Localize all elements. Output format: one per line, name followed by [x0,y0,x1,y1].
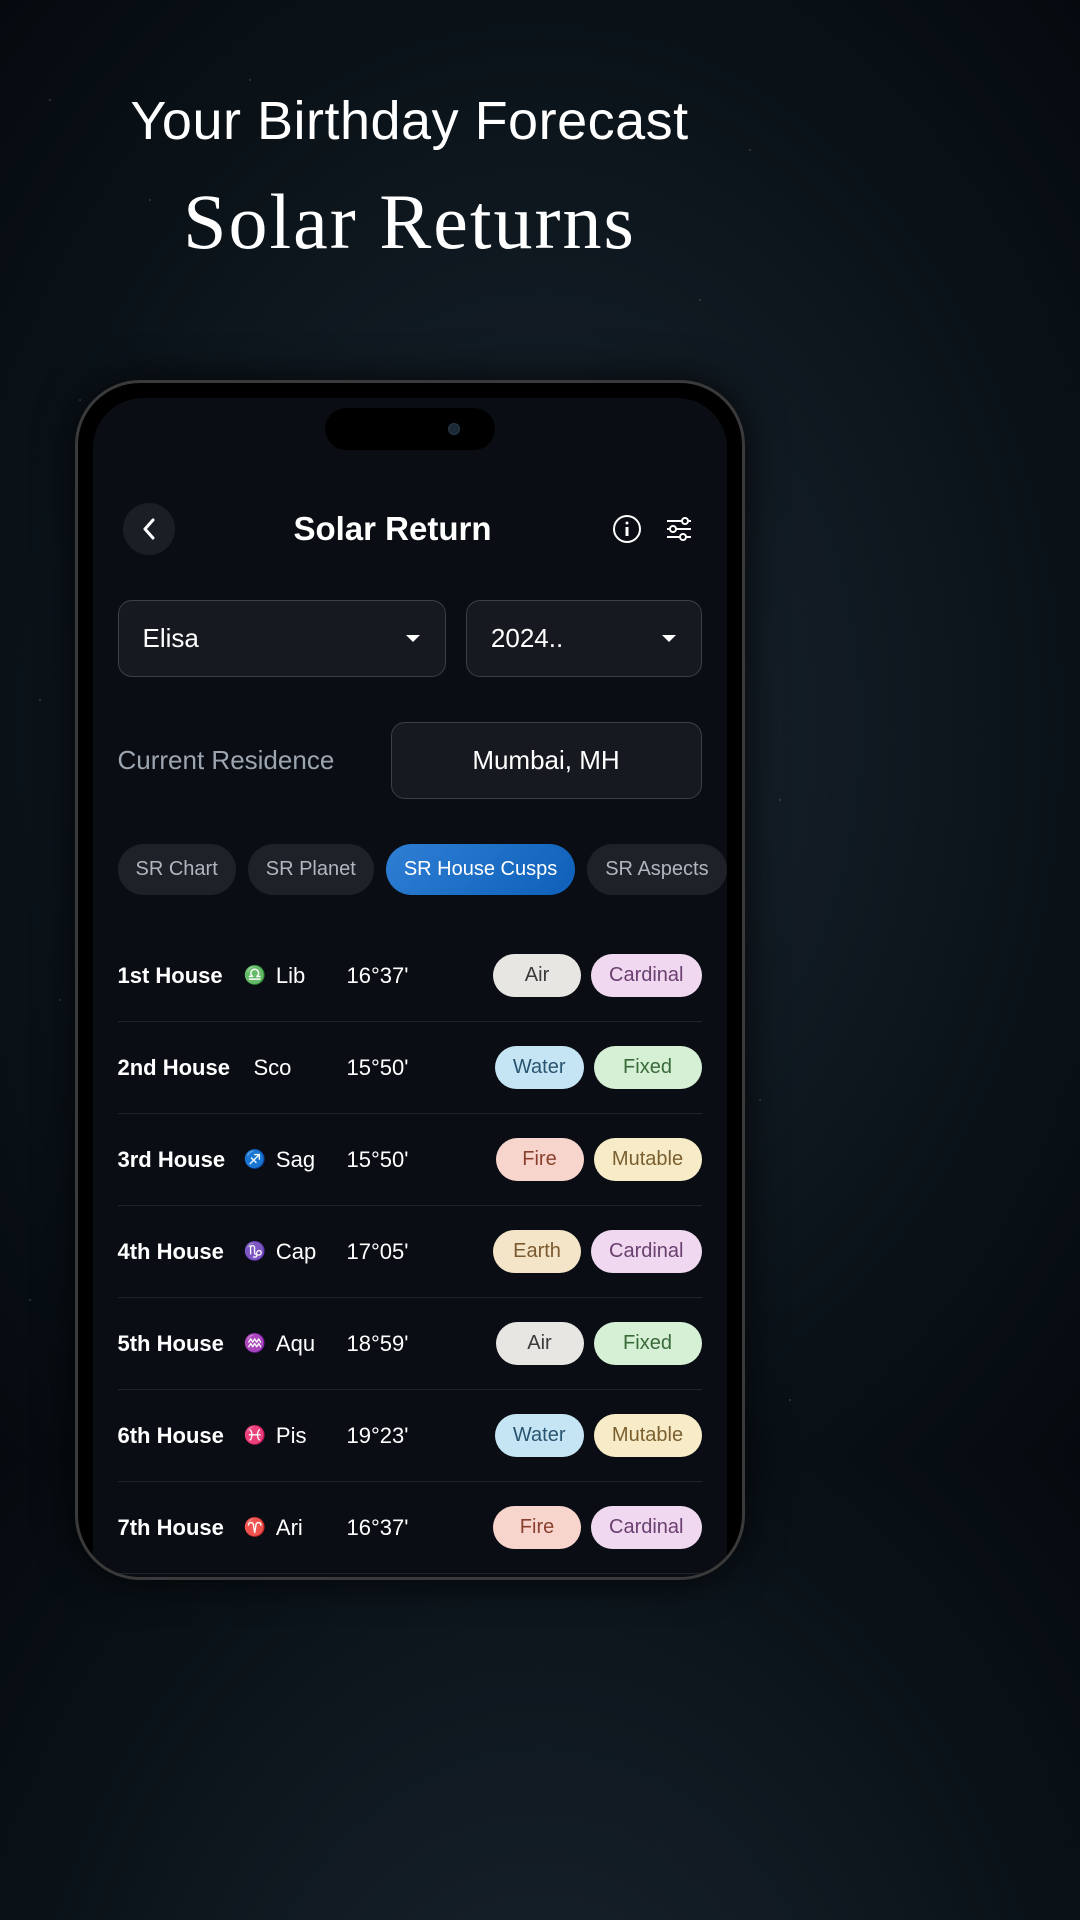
hero-subtitle: Solar Returns [0,177,819,267]
house-row[interactable]: 2nd House Sco 15°50' WaterFixed [118,1022,702,1114]
zodiac-icon: ♒ [244,1333,266,1354]
modality-badge: Cardinal [591,954,701,997]
app-header: Solar Return [118,503,702,555]
zodiac-icon: ♈ [244,1517,266,1538]
badges: FireCardinal [493,1506,701,1549]
house-row[interactable]: 1st House ♎ Lib 16°37' AirCardinal [118,930,702,1022]
sign-label: Ari [276,1515,303,1541]
badges: AirCardinal [493,954,701,997]
element-badge: Water [495,1414,584,1457]
sign-cell: ♓ Pis [244,1423,339,1449]
info-icon [612,514,642,544]
badges: WaterMutable [495,1414,702,1457]
sign-label: Lib [276,963,305,989]
degree-value: 18°59' [347,1331,427,1357]
sign-label: Cap [276,1239,316,1265]
year-selector[interactable]: 2024.. [466,600,702,677]
info-button[interactable] [610,512,644,546]
tabs-row: SR ChartSR PlanetSR House CuspsSR Aspect… [118,844,702,895]
phone-screen: Solar Return [93,398,727,1577]
element-badge: Fire [493,1506,581,1549]
sign-label: Sco [254,1055,292,1081]
house-name: 3rd House [118,1147,236,1173]
house-name: 1st House [118,963,236,989]
chevron-down-icon [405,634,421,644]
year-selector-value: 2024.. [491,623,563,654]
badges: WaterFixed [495,1046,702,1089]
modality-badge: Cardinal [591,1506,701,1549]
house-row[interactable]: 5th House ♒ Aqu 18°59' AirFixed [118,1298,702,1390]
badges: AirFixed [496,1322,702,1365]
tab-sr-chart[interactable]: SR Chart [118,844,236,895]
zodiac-icon: ♎ [244,965,266,986]
modality-badge: Mutable [594,1414,702,1457]
settings-button[interactable] [662,512,696,546]
degree-value: 16°37' [347,963,427,989]
house-name: 6th House [118,1423,236,1449]
residence-selector[interactable]: Mumbai, MH [391,722,702,799]
hero-title: Your Birthday Forecast [0,0,819,152]
degree-value: 19°23' [347,1423,427,1449]
element-badge: Air [493,954,581,997]
sign-cell: ♑ Cap [244,1239,339,1265]
sign-label: Aqu [276,1331,315,1357]
sign-cell: ♎ Lib [244,963,339,989]
house-list: 1st House♎Lib16°37'AirCardinal2nd HouseS… [118,930,702,1574]
name-selector-value: Elisa [143,623,199,654]
house-name: 7th House [118,1515,236,1541]
badges: EarthCardinal [493,1230,701,1273]
phone-notch [325,408,495,450]
name-selector[interactable]: Elisa [118,600,446,677]
back-button[interactable] [123,503,175,555]
house-row[interactable]: 3rd House ♐ Sag 15°50' FireMutable [118,1114,702,1206]
tab-sr-house-cusps[interactable]: SR House Cusps [386,844,575,895]
sign-label: Pis [276,1423,307,1449]
badges: FireMutable [496,1138,702,1181]
chevron-down-icon [661,634,677,644]
selectors-row: Elisa 2024.. [118,600,702,677]
residence-row: Current Residence Mumbai, MH [118,722,702,799]
zodiac-icon: ♓ [244,1425,266,1446]
sign-cell: ♒ Aqu [244,1331,339,1357]
phone-camera [448,423,460,435]
degree-value: 15°50' [347,1055,427,1081]
modality-badge: Fixed [594,1322,702,1365]
tab-sr-planet[interactable]: SR Planet [248,844,374,895]
phone-frame: Solar Return [75,380,745,1580]
degree-value: 17°05' [347,1239,427,1265]
element-badge: Water [495,1046,584,1089]
element-badge: Air [496,1322,584,1365]
house-row[interactable]: 4th House ♑ Cap 17°05' EarthCardinal [118,1206,702,1298]
page-title: Solar Return [293,510,491,548]
element-badge: Earth [493,1230,581,1273]
modality-badge: Cardinal [591,1230,701,1273]
house-name: 5th House [118,1331,236,1357]
sign-cell: ♈ Ari [244,1515,339,1541]
sign-cell: ♐ Sag [244,1147,339,1173]
house-row[interactable]: 6th House ♓ Pis 19°23' WaterMutable [118,1390,702,1482]
tab-sr-aspects[interactable]: SR Aspects [587,844,726,895]
house-name: 4th House [118,1239,236,1265]
zodiac-icon: ♑ [244,1241,266,1262]
modality-badge: Fixed [594,1046,702,1089]
zodiac-icon: ♐ [244,1149,266,1170]
sliders-icon [665,516,693,542]
sign-label: Sag [276,1147,315,1173]
sign-cell: Sco [244,1055,339,1081]
degree-value: 15°50' [347,1147,427,1173]
degree-value: 16°37' [347,1515,427,1541]
modality-badge: Mutable [594,1138,702,1181]
chevron-left-icon [142,518,156,540]
element-badge: Fire [496,1138,584,1181]
house-name: 2nd House [118,1055,236,1081]
residence-label: Current Residence [118,745,371,776]
header-icons [610,512,696,546]
house-row[interactable]: 7th House ♈ Ari 16°37' FireCardinal [118,1482,702,1574]
